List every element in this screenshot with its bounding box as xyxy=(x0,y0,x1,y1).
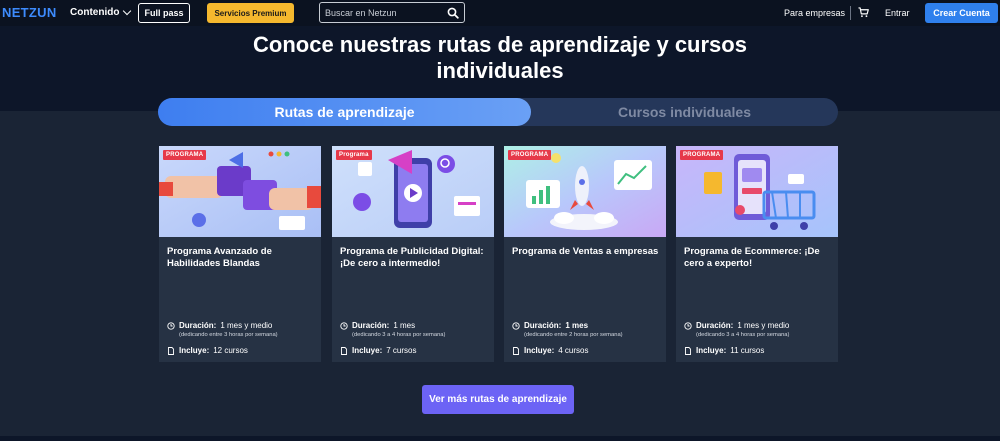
duration-note: (dedicando 3 a 4 horas por semana) xyxy=(696,332,790,338)
includes-row: Incluye: 7 cursos xyxy=(340,346,416,355)
document-icon xyxy=(685,347,691,355)
program-card-habilidades[interactable]: PROGRAMA Programa Avanzado de Habilidade… xyxy=(159,146,321,362)
card-image: PROGRAMA xyxy=(676,146,838,237)
document-icon xyxy=(513,347,519,355)
clock-icon xyxy=(167,322,175,330)
tab-cursos-individuales[interactable]: Cursos individuales xyxy=(531,98,838,126)
search-input[interactable] xyxy=(325,6,445,20)
search-box xyxy=(319,2,465,23)
includes-row: Incluye: 12 cursos xyxy=(167,346,248,355)
program-badge: Programa xyxy=(336,150,372,160)
login-link[interactable]: Entrar xyxy=(885,8,910,18)
duration-value: 1 mes y medio xyxy=(220,321,273,330)
program-card-ventas[interactable]: PROGRAMA Programa de Ventas a empresas D… xyxy=(504,146,666,362)
duration-value: 1 mes y medio xyxy=(737,321,790,330)
includes-label: Incluye: xyxy=(524,346,555,355)
includes-value: 7 cursos xyxy=(386,346,417,355)
page-title: Conoce nuestras rutas de aprendizaje y c… xyxy=(253,32,747,83)
clock-icon xyxy=(684,322,692,330)
duration-note: (dedicando entre 2 horas por semana) xyxy=(524,332,623,338)
duration-row: Duración: 1 mes y medio xyxy=(167,321,272,330)
includes-label: Incluye: xyxy=(696,346,727,355)
contenido-menu-label: Contenido xyxy=(70,7,120,18)
duration-value: 1 mes xyxy=(565,321,589,330)
program-badge: PROGRAMA xyxy=(508,150,552,160)
card-image: Programa xyxy=(332,146,494,237)
cart-icon[interactable] xyxy=(858,7,869,18)
clock-icon xyxy=(340,322,348,330)
card-image: PROGRAMA xyxy=(504,146,666,237)
document-icon xyxy=(168,347,174,355)
clock-icon xyxy=(512,322,520,330)
duration-label: Duración: xyxy=(352,321,390,330)
includes-row: Incluye: 11 cursos xyxy=(684,346,764,355)
ver-mas-rutas-button[interactable]: Ver más rutas de aprendizaje xyxy=(422,385,574,414)
para-empresas-link[interactable]: Para empresas xyxy=(784,8,845,18)
card-title[interactable]: Programa de Ecommerce: ¡De cero a expert… xyxy=(684,246,832,270)
includes-label: Incluye: xyxy=(352,346,383,355)
tab-rutas-aprendizaje[interactable]: Rutas de aprendizaje xyxy=(158,98,531,126)
duration-label: Duración: xyxy=(179,321,217,330)
footer-strip xyxy=(0,436,1000,441)
search-icon[interactable] xyxy=(447,7,459,19)
contenido-menu[interactable]: Contenido xyxy=(70,6,132,18)
document-icon xyxy=(341,347,347,355)
duration-note: (dedicando entre 3 horas por semana) xyxy=(179,332,278,338)
create-account-button[interactable]: Crear Cuenta xyxy=(925,3,998,23)
duration-row: Duración: 1 mes xyxy=(512,321,588,330)
tab-switcher: Rutas de aprendizaje Cursos individuales xyxy=(158,98,838,126)
program-badge: PROGRAMA xyxy=(680,150,724,160)
card-title[interactable]: Programa de Publicidad Digital: ¡De cero… xyxy=(340,246,488,270)
duration-label: Duración: xyxy=(524,321,562,330)
includes-row: Incluye: 4 cursos xyxy=(512,346,588,355)
duration-value: 1 mes xyxy=(393,321,416,330)
program-badge: PROGRAMA xyxy=(163,150,207,160)
full-pass-button[interactable]: Full pass xyxy=(138,3,190,23)
card-title[interactable]: Programa Avanzado de Habilidades Blandas xyxy=(167,246,315,270)
duration-row: Duración: 1 mes xyxy=(340,321,415,330)
program-card-ecommerce[interactable]: PROGRAMA Programa de Ecommerce: ¡De cero… xyxy=(676,146,838,362)
includes-value: 11 cursos xyxy=(730,346,765,355)
premium-services-button[interactable]: Servicios Premium xyxy=(207,3,294,23)
top-navbar: NETZUN Contenido Full pass Servicios Pre… xyxy=(0,0,1000,26)
program-card-publicidad[interactable]: Programa Programa de Publicidad Digital:… xyxy=(332,146,494,362)
duration-row: Duración: 1 mes y medio xyxy=(684,321,789,330)
chevron-down-icon xyxy=(123,6,132,16)
includes-value: 12 cursos xyxy=(213,346,248,355)
card-image: PROGRAMA xyxy=(159,146,321,237)
includes-value: 4 cursos xyxy=(558,346,589,355)
netzun-logo[interactable]: NETZUN xyxy=(2,5,57,20)
card-title[interactable]: Programa de Ventas a empresas xyxy=(512,246,660,258)
includes-label: Incluye: xyxy=(179,346,210,355)
nav-divider xyxy=(850,6,851,20)
duration-note: (dedicando 3 a 4 horas por semana) xyxy=(352,332,446,338)
duration-label: Duración: xyxy=(696,321,734,330)
